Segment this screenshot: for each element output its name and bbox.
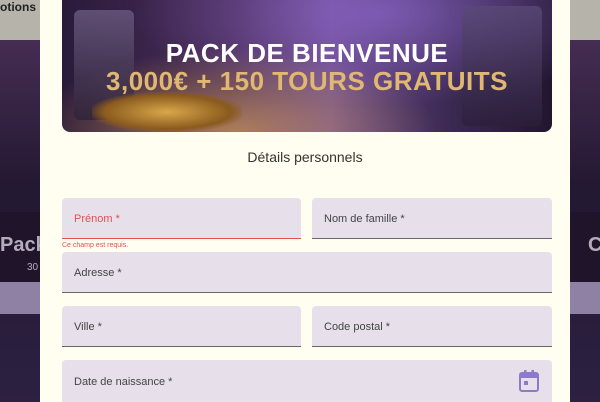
- last-name-field[interactable]: Nom de famille *: [312, 198, 552, 239]
- first-name-error: Ce champ est requis.: [62, 242, 129, 249]
- postal-code-label: Code postal *: [324, 321, 391, 333]
- first-name-field[interactable]: Prénom *: [62, 198, 301, 239]
- welcome-banner: PACK DE BIENVENUE 3,000€ + 150 TOURS GRA…: [62, 0, 552, 132]
- coins-image: [92, 92, 242, 132]
- registration-modal: PACK DE BIENVENUE 3,000€ + 150 TOURS GRA…: [40, 0, 570, 402]
- city-field[interactable]: Ville *: [62, 306, 301, 347]
- section-title: Détails personnels: [247, 149, 363, 165]
- birthdate-field[interactable]: Date de naissance *: [62, 360, 552, 402]
- calendar-icon[interactable]: [519, 370, 539, 392]
- banner-title: PACK DE BIENVENUE: [165, 38, 449, 68]
- last-name-label: Nom de famille *: [324, 213, 405, 225]
- birthdate-label: Date de naissance *: [74, 376, 173, 388]
- address-label: Adresse *: [74, 267, 122, 279]
- first-name-label: Prénom *: [74, 213, 120, 225]
- city-label: Ville *: [74, 321, 102, 333]
- banner-subtitle: 3,000€ + 150 TOURS GRATUITS: [106, 66, 508, 96]
- address-field[interactable]: Adresse *: [62, 252, 552, 293]
- postal-code-field[interactable]: Code postal *: [312, 306, 552, 347]
